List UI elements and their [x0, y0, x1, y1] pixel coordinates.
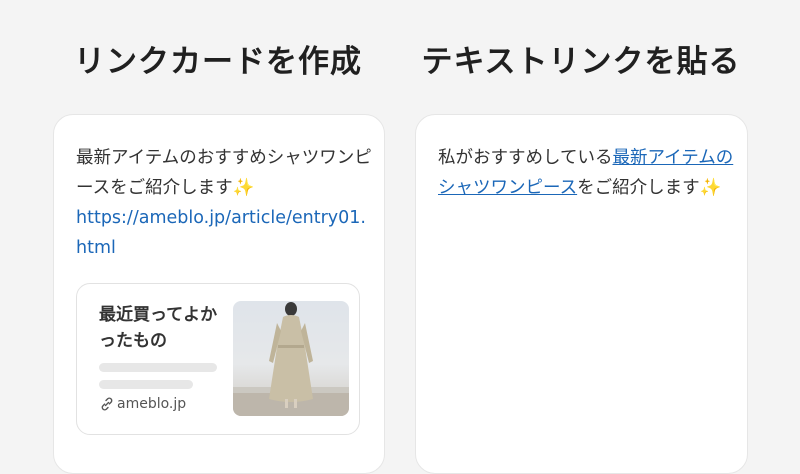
sparkle-emoji: ✨ — [232, 178, 255, 198]
placeholder-line — [99, 363, 217, 372]
link-icon — [101, 397, 113, 411]
dress-photo-thumbnail — [233, 301, 349, 416]
message-suffix: をご紹介します — [577, 178, 700, 198]
sparkle-emoji: ✨ — [699, 178, 722, 198]
post-message: 私がおすすめしている最新アイテムのシャツワンピースをご紹介します✨ — [438, 143, 738, 203]
link-card[interactable]: 最近買ってよかったもの ameblo.jp — [76, 283, 360, 435]
text-link-example-panel: 私がおすすめしている最新アイテムのシャツワンピースをご紹介します✨ — [415, 114, 748, 474]
link-card-example-panel: 最新アイテムのおすすめシャツワンピースをご紹介します✨ https://ameb… — [53, 114, 385, 474]
post-message: 最新アイテムのおすすめシャツワンピースをご紹介します✨ — [76, 143, 376, 203]
domain-text: ameblo.jp — [117, 396, 187, 412]
placeholder-line — [99, 380, 193, 389]
link-card-heading: リンクカードを作成 — [74, 44, 362, 80]
text-link-heading: テキストリンクを貼る — [421, 44, 741, 80]
link-card-domain: ameblo.jp — [99, 396, 186, 412]
message-text: 最新アイテムのおすすめシャツワンピースをご紹介します — [76, 148, 372, 198]
link-card-title: 最近買ってよかったもの — [99, 305, 218, 351]
message-prefix: 私がおすすめしている — [438, 148, 613, 168]
article-url[interactable]: https://ameblo.jp/article/entry01.html — [76, 203, 376, 263]
